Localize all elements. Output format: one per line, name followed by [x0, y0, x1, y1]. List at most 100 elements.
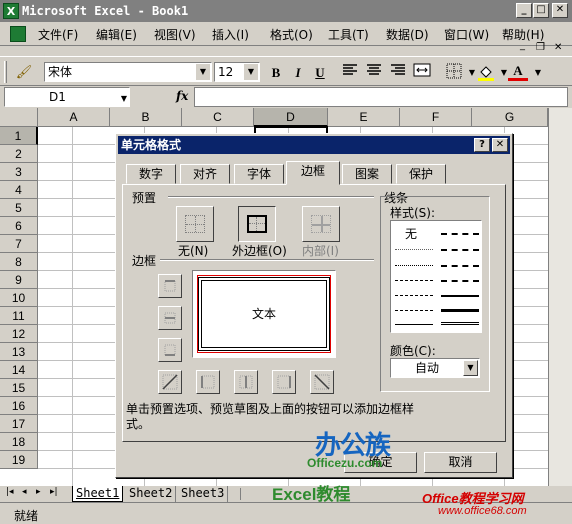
row-header[interactable]: 19	[0, 451, 38, 469]
line-color-combo[interactable]: 自动 ▼	[390, 358, 480, 378]
border-inside-vertical-icon[interactable]	[234, 370, 258, 394]
column-header[interactable]: E	[328, 108, 400, 127]
line-style-medium-dash-dot[interactable]	[441, 265, 479, 267]
row-header[interactable]: 14	[0, 361, 38, 379]
column-header[interactable]: A	[38, 108, 110, 127]
tab-protection[interactable]: 保护	[396, 164, 446, 184]
row-header[interactable]: 13	[0, 343, 38, 361]
column-header[interactable]: C	[182, 108, 254, 127]
row-header[interactable]: 2	[0, 145, 38, 163]
line-style-dash-dot-dot[interactable]	[395, 280, 433, 281]
chevron-down-icon[interactable]: ▼	[121, 90, 127, 108]
formula-input[interactable]	[194, 87, 568, 107]
row-header[interactable]: 7	[0, 235, 38, 253]
font-color-button[interactable]: A	[508, 63, 528, 81]
bold-button[interactable]: B	[266, 63, 286, 83]
line-style-double[interactable]	[441, 322, 479, 325]
row-header[interactable]: 16	[0, 397, 38, 415]
row-header[interactable]: 3	[0, 163, 38, 181]
menu-edit[interactable]: 编辑(E)	[96, 26, 137, 43]
row-header[interactable]: 9	[0, 271, 38, 289]
sheet-tab[interactable]: Sheet2	[126, 486, 177, 502]
chevron-down-icon[interactable]: ▼	[528, 63, 548, 83]
border-inside-horizontal-icon[interactable]	[158, 306, 182, 330]
tab-split-handle[interactable]	[240, 488, 250, 500]
menu-data[interactable]: 数据(D)	[386, 26, 429, 43]
line-style-dotted[interactable]	[395, 265, 433, 266]
font-size-combo[interactable]: 12 ▼	[214, 62, 260, 82]
row-header[interactable]: 12	[0, 325, 38, 343]
border-top-icon[interactable]	[158, 274, 182, 298]
line-style-hair[interactable]	[395, 249, 433, 250]
border-left-icon[interactable]	[196, 370, 220, 394]
line-style-medium-dashed[interactable]	[441, 280, 479, 282]
chevron-down-icon[interactable]: ▼	[463, 360, 478, 376]
cancel-button[interactable]: 取消	[424, 452, 497, 473]
line-style-medium[interactable]	[441, 295, 479, 297]
sheet-tab[interactable]: Sheet3	[178, 486, 229, 502]
preset-inside-button[interactable]	[302, 206, 340, 242]
align-left-icon[interactable]	[340, 63, 360, 83]
align-right-icon[interactable]	[388, 63, 408, 83]
row-header[interactable]: 11	[0, 307, 38, 325]
tab-border[interactable]: 边框	[286, 161, 340, 185]
column-header[interactable]: B	[110, 108, 182, 127]
fx-icon[interactable]: fx	[176, 89, 188, 103]
doc-minimize-button[interactable]: _	[520, 40, 525, 51]
border-diagonal-down-icon[interactable]	[310, 370, 334, 394]
row-header[interactable]: 10	[0, 289, 38, 307]
align-center-icon[interactable]	[364, 63, 384, 83]
sheet-tab-active[interactable]: Sheet1	[72, 486, 124, 502]
row-header[interactable]: 15	[0, 379, 38, 397]
menu-tools[interactable]: 工具(T)	[328, 26, 369, 43]
menu-format[interactable]: 格式(O)	[270, 26, 313, 43]
row-header[interactable]: 18	[0, 433, 38, 451]
column-header-selected[interactable]: D	[254, 108, 328, 127]
tab-font[interactable]: 字体	[234, 164, 284, 184]
border-preview[interactable]: 文本	[192, 270, 336, 358]
help-button[interactable]: ?	[474, 138, 490, 152]
line-style-dashed[interactable]	[395, 310, 433, 311]
name-box[interactable]: D1 ▼	[4, 87, 130, 107]
border-bottom-icon[interactable]	[158, 338, 182, 362]
fill-color-icon[interactable]	[476, 63, 496, 83]
tab-alignment[interactable]: 对齐	[180, 164, 230, 184]
row-header[interactable]: 8	[0, 253, 38, 271]
last-sheet-button[interactable]: ▸|	[50, 487, 58, 497]
border-right-icon[interactable]	[272, 370, 296, 394]
menu-insert[interactable]: 插入(I)	[212, 26, 249, 43]
menu-window[interactable]: 窗口(W)	[444, 26, 489, 43]
merge-center-icon[interactable]	[412, 63, 432, 83]
menu-view[interactable]: 视图(V)	[154, 26, 196, 43]
column-header[interactable]: F	[400, 108, 472, 127]
line-style-list[interactable]: 无	[390, 220, 482, 333]
menu-file[interactable]: 文件(F)	[38, 26, 78, 43]
line-style-dash-dot[interactable]	[395, 295, 433, 296]
borders-icon[interactable]	[444, 63, 464, 83]
row-header-selected[interactable]: 1	[0, 127, 38, 145]
tab-number[interactable]: 数字	[126, 164, 176, 184]
font-name-combo[interactable]: 宋体 ▼	[44, 62, 212, 82]
row-header[interactable]: 17	[0, 415, 38, 433]
dialog-close-button[interactable]: ✕	[492, 138, 508, 152]
toolbar-grip[interactable]	[4, 61, 7, 83]
vertical-scrollbar[interactable]	[548, 108, 572, 486]
document-icon[interactable]	[10, 26, 26, 42]
row-header[interactable]: 6	[0, 217, 38, 235]
prev-sheet-button[interactable]: ◂	[22, 487, 27, 497]
border-diagonal-up-icon[interactable]	[158, 370, 182, 394]
row-header[interactable]: 5	[0, 199, 38, 217]
row-header[interactable]: 4	[0, 181, 38, 199]
line-style-thin[interactable]	[395, 324, 433, 325]
preset-none-button[interactable]	[176, 206, 214, 242]
underline-button[interactable]: U	[310, 63, 330, 83]
chevron-down-icon[interactable]: ▼	[196, 64, 210, 80]
line-style-none[interactable]: 无	[405, 225, 417, 242]
first-sheet-button[interactable]: |◂	[6, 487, 14, 497]
select-all-corner[interactable]	[0, 108, 38, 127]
line-style-medium-dash-dot-dot[interactable]	[441, 233, 479, 235]
column-header[interactable]: G	[472, 108, 548, 127]
preset-outline-button[interactable]	[238, 206, 276, 242]
excel-icon[interactable]: X	[3, 3, 19, 19]
doc-close-button[interactable]: ✕	[554, 42, 562, 53]
